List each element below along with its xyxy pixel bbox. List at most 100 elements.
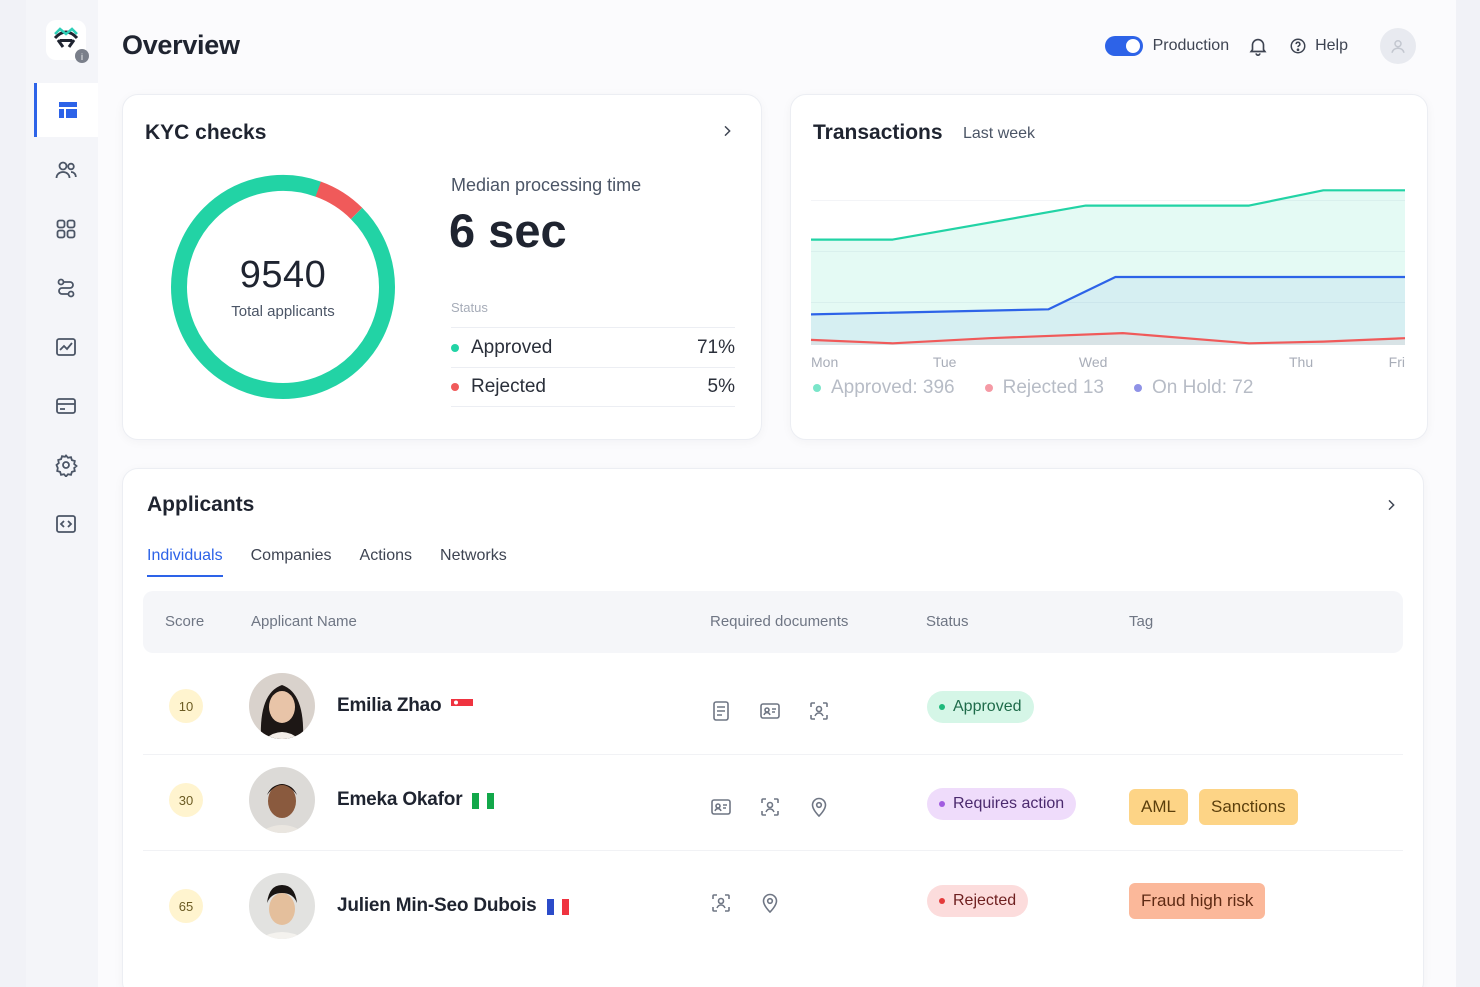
settings-gear-icon bbox=[55, 454, 78, 477]
sidebar-item-developers[interactable] bbox=[34, 497, 98, 551]
legend-item-on-hold: On Hold: 72 bbox=[1134, 377, 1253, 399]
kyc-card-title: KYC checks bbox=[145, 121, 267, 144]
sidebar-item-apps[interactable] bbox=[34, 202, 98, 256]
tag-sanctions[interactable]: Sanctions bbox=[1199, 789, 1298, 825]
help-label: Help bbox=[1315, 37, 1348, 54]
column-header-documents[interactable]: Required documents bbox=[710, 613, 848, 630]
nigeria-flag-icon bbox=[472, 793, 495, 809]
svg-text:i: i bbox=[81, 52, 83, 62]
column-header-name[interactable]: Applicant Name bbox=[251, 613, 357, 630]
sidebar-item-analytics[interactable] bbox=[34, 320, 98, 374]
total-applicants-label: Total applicants bbox=[231, 303, 335, 320]
sidebar-item-users[interactable] bbox=[34, 143, 98, 197]
avatar bbox=[249, 873, 315, 939]
status-badge-text: Approved bbox=[953, 698, 1022, 715]
face-scan-icon[interactable] bbox=[758, 795, 782, 819]
sidebar-item-dashboard[interactable] bbox=[34, 83, 98, 137]
required-documents bbox=[709, 795, 856, 819]
table-header: Score Applicant Name Required documents … bbox=[143, 591, 1403, 653]
location-pin-icon[interactable] bbox=[758, 891, 782, 915]
legend-label: Rejected 13 bbox=[1002, 377, 1104, 398]
transactions-card-title: Transactions bbox=[813, 121, 943, 144]
donut-center: 9540 Total applicants bbox=[163, 167, 403, 407]
id-card-icon[interactable] bbox=[758, 699, 782, 723]
location-pin-icon[interactable] bbox=[807, 795, 831, 819]
apps-grid-icon bbox=[56, 219, 76, 239]
applicant-name-text: Emilia Zhao bbox=[337, 695, 442, 716]
score-badge: 30 bbox=[169, 783, 203, 817]
status-badge-requires-action: Requires action bbox=[927, 788, 1077, 820]
column-header-status[interactable]: Status bbox=[926, 613, 969, 630]
avatar bbox=[249, 767, 315, 833]
top-actions: Production Help bbox=[1104, 26, 1416, 66]
score-badge: 65 bbox=[169, 889, 203, 923]
tab-companies[interactable]: Companies bbox=[251, 547, 332, 577]
x-tick-label: Thu bbox=[1289, 354, 1313, 370]
legend-label: On Hold: 72 bbox=[1152, 377, 1254, 398]
legend-item-approved: Approved: 396 bbox=[813, 377, 955, 399]
total-applicants-value: 9540 bbox=[239, 254, 327, 296]
table-row[interactable]: 10 Emilia Zhao Approved bbox=[143, 659, 1403, 755]
applicants-card: Applicants Individuals Companies Actions… bbox=[122, 468, 1424, 987]
median-processing-value: 6 sec bbox=[449, 204, 567, 257]
status-name: Approved bbox=[471, 336, 553, 358]
page-title: Overview bbox=[122, 30, 240, 60]
app-window: i Overview Production Help KYC checks 95… bbox=[26, 0, 1456, 987]
applicant-name-text: Emeka Okafor bbox=[337, 789, 463, 810]
applicant-name[interactable]: Emilia Zhao bbox=[337, 695, 474, 717]
user-avatar[interactable] bbox=[1380, 28, 1416, 64]
sidebar-item-settings[interactable] bbox=[34, 438, 98, 492]
tab-actions[interactable]: Actions bbox=[360, 547, 412, 577]
transactions-card: Transactions Last week Mon Tue Wed Thu Fri A… bbox=[790, 94, 1428, 440]
applicant-name[interactable]: Julien Min-Seo Dubois bbox=[337, 895, 569, 917]
tab-networks[interactable]: Networks bbox=[440, 547, 507, 577]
status-percent: 71% bbox=[696, 336, 735, 358]
status-badge-text: Requires action bbox=[953, 795, 1065, 812]
applicant-name[interactable]: Emeka Okafor bbox=[337, 789, 495, 811]
dashboard-icon bbox=[58, 102, 77, 118]
help-link[interactable]: Help bbox=[1289, 37, 1348, 55]
document-icon[interactable] bbox=[709, 699, 733, 723]
score-badge: 10 bbox=[169, 689, 203, 723]
tag-fraud-high-risk[interactable]: Fraud high risk bbox=[1129, 883, 1266, 919]
workflow-icon bbox=[57, 278, 75, 298]
kyc-checks-card: KYC checks 9540 Total applicants Median … bbox=[122, 94, 762, 440]
sidebar: i bbox=[26, 0, 98, 987]
analytics-icon bbox=[56, 338, 76, 356]
table-row[interactable]: 65 Julien Min-Seo Dubois Rejected Fraud … bbox=[143, 851, 1403, 947]
median-processing-label: Median processing time bbox=[451, 175, 642, 195]
applicants-card-title: Applicants bbox=[147, 493, 255, 516]
avatar bbox=[249, 673, 315, 739]
applicant-name-text: Julien Min-Seo Dubois bbox=[337, 895, 537, 916]
app-logo[interactable]: i bbox=[46, 20, 90, 64]
approved-dot bbox=[451, 343, 459, 352]
required-documents bbox=[709, 891, 807, 915]
face-scan-icon[interactable] bbox=[709, 891, 733, 915]
tag-aml[interactable]: AML bbox=[1129, 789, 1188, 825]
billing-card-icon bbox=[56, 398, 76, 414]
id-card-icon[interactable] bbox=[709, 795, 733, 819]
column-header-score[interactable]: Score bbox=[165, 613, 204, 630]
environment-toggle[interactable] bbox=[1104, 36, 1143, 56]
status-badge-text: Rejected bbox=[953, 892, 1017, 909]
table-row[interactable]: 30 Emeka Okafor Requires action AML Sanc… bbox=[143, 755, 1403, 851]
chevron-right-icon[interactable] bbox=[719, 123, 735, 144]
x-tick-label: Tue bbox=[933, 354, 957, 370]
status-row-approved: Approved 71% bbox=[451, 327, 735, 367]
sidebar-item-billing[interactable] bbox=[34, 379, 98, 433]
legend-label: Approved: 396 bbox=[831, 377, 955, 398]
legend-item-rejected: Rejected 13 bbox=[984, 377, 1104, 399]
developer-code-icon bbox=[56, 515, 76, 533]
tab-individuals[interactable]: Individuals bbox=[147, 547, 223, 577]
x-tick-label: Fri bbox=[1389, 354, 1405, 370]
face-scan-icon[interactable] bbox=[807, 699, 831, 723]
status-name: Rejected bbox=[471, 376, 546, 397]
sidebar-item-workflow[interactable] bbox=[34, 261, 98, 315]
column-header-tag[interactable]: Tag bbox=[1129, 613, 1153, 630]
notifications-bell-icon[interactable] bbox=[1247, 35, 1269, 57]
applicants-tabs: Individuals Companies Actions Networks bbox=[147, 547, 535, 577]
france-flag-icon bbox=[546, 899, 569, 915]
status-section-label: Status bbox=[451, 300, 488, 315]
help-circle-icon bbox=[1290, 38, 1306, 54]
chevron-right-icon[interactable] bbox=[1383, 497, 1399, 518]
